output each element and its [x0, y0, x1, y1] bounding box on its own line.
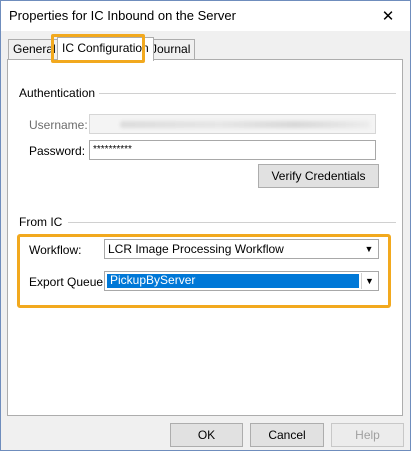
authentication-divider: [96, 93, 396, 94]
tab-highlight-annotation: [51, 34, 145, 63]
close-button[interactable]: ✕: [366, 1, 410, 31]
window-title: Properties for IC Inbound on the Server: [9, 8, 236, 23]
properties-dialog: Properties for IC Inbound on the Server …: [0, 0, 411, 451]
from-ic-group-label: From IC: [19, 215, 67, 229]
username-label: Username:: [29, 118, 88, 132]
cancel-button[interactable]: Cancel: [250, 423, 324, 447]
password-field[interactable]: **********: [89, 140, 376, 160]
help-button[interactable]: Help: [331, 423, 404, 447]
dialog-button-bar: OK Cancel Help: [1, 419, 410, 450]
authentication-group-label: Authentication: [19, 86, 100, 100]
from-ic-highlight-annotation: [17, 234, 391, 308]
username-field[interactable]: [89, 114, 376, 134]
title-bar: Properties for IC Inbound on the Server …: [1, 1, 410, 31]
from-ic-divider: [68, 222, 396, 223]
verify-credentials-button[interactable]: Verify Credentials: [258, 164, 379, 188]
ok-button[interactable]: OK: [170, 423, 243, 447]
password-label: Password:: [29, 144, 86, 158]
close-icon: ✕: [381, 8, 395, 25]
redacted-username: [120, 121, 370, 128]
